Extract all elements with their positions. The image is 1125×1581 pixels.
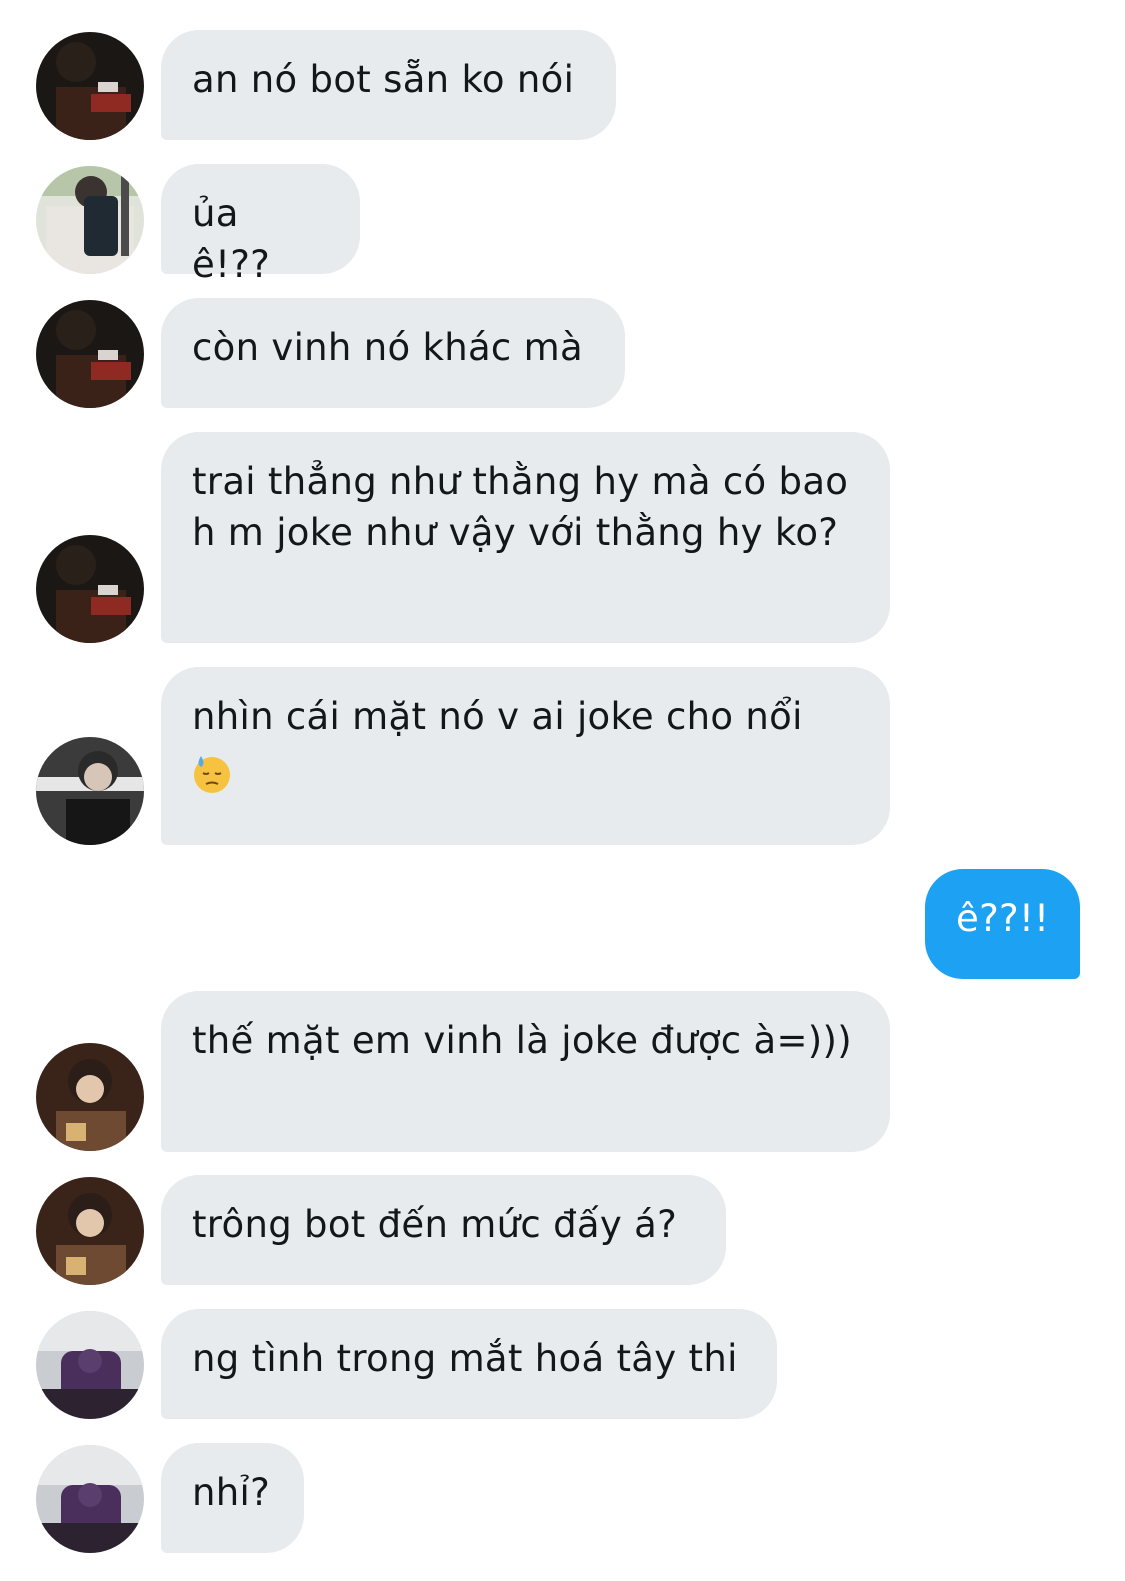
sender-avatar[interactable]: [36, 166, 144, 274]
sender-avatar[interactable]: [36, 535, 144, 643]
sender-avatar[interactable]: [36, 300, 144, 408]
downcast-face-with-sweat-emoji-icon: [194, 756, 230, 793]
message-bubble[interactable]: nhìn cái mặt nó v ai joke cho nổi: [161, 667, 890, 845]
avatar-photo-icon: [36, 535, 144, 643]
avatar-photo-icon: [36, 166, 144, 274]
avatar-photo-icon: [36, 1445, 144, 1553]
message-bubble[interactable]: trông bot đến mức đấy á?: [161, 1175, 726, 1285]
message-text: ê??!!: [956, 897, 1050, 940]
message-bubble[interactable]: an nó bot sẵn ko nói: [161, 30, 616, 140]
message-text: còn vinh nó khác mà: [192, 326, 583, 369]
sender-avatar[interactable]: [36, 1177, 144, 1285]
message-emoji: [192, 754, 858, 812]
avatar-photo-icon: [36, 300, 144, 408]
sender-avatar[interactable]: [36, 1043, 144, 1151]
message-bubble[interactable]: nhỉ?: [161, 1443, 304, 1553]
message-text: thế mặt em vinh là joke được à=))): [192, 1019, 852, 1062]
sender-avatar[interactable]: [36, 1445, 144, 1553]
message-text: trai thẳng như thằng hy mà có bao h m jo…: [192, 460, 849, 554]
message-text: nhỉ?: [192, 1471, 271, 1514]
message-text: ủa ê!??: [192, 192, 271, 286]
sender-avatar[interactable]: [36, 32, 144, 140]
message-text: nhìn cái mặt nó v ai joke cho nổi: [192, 695, 803, 738]
avatar-photo-icon: [36, 1311, 144, 1419]
avatar-photo-icon: [36, 1043, 144, 1151]
message-bubble[interactable]: ủa ê!??: [161, 164, 360, 286]
sent-message-bubble[interactable]: ê??!!: [925, 869, 1080, 979]
sender-avatar[interactable]: [36, 737, 144, 845]
sender-avatar[interactable]: [36, 1311, 144, 1419]
message-text: ng tình trong mắt hoá tây thi: [192, 1337, 738, 1380]
message-text: an nó bot sẵn ko nói: [192, 58, 575, 101]
message-text: trông bot đến mức đấy á?: [192, 1203, 678, 1246]
message-bubble[interactable]: còn vinh nó khác mà: [161, 298, 625, 408]
avatar-photo-icon: [36, 1177, 144, 1285]
message-bubble[interactable]: thế mặt em vinh là joke được à=))): [161, 991, 890, 1152]
message-bubble[interactable]: trai thẳng như thằng hy mà có bao h m jo…: [161, 432, 890, 643]
message-bubble[interactable]: ng tình trong mắt hoá tây thi: [161, 1309, 777, 1419]
avatar-photo-icon: [36, 737, 144, 845]
avatar-photo-icon: [36, 32, 144, 140]
